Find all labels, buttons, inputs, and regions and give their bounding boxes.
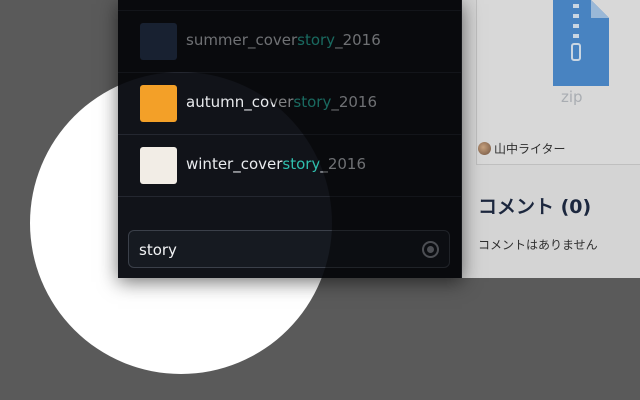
thumbnail [140, 147, 177, 184]
thumbnail [140, 23, 177, 60]
search-results-popup: summer_coverstory_2016 autumn_coverstory… [118, 0, 462, 278]
uploader-name: 山中ライター [494, 142, 566, 156]
result-item-summer[interactable]: summer_coverstory_2016 [118, 11, 461, 73]
comments-heading: コメント (0) [478, 196, 592, 218]
clear-circle-icon[interactable] [422, 241, 439, 258]
no-comments-text: コメントはありません [478, 238, 598, 252]
uploader[interactable]: 山中ライター [478, 140, 566, 157]
result-filename: summer_coverstory_2016 [186, 31, 381, 49]
file-detail-panel: zip 山中ライター コメント (0) コメントはありません [462, 0, 640, 278]
result-filename: autumn_coverstory_2016 [186, 93, 378, 111]
search-input[interactable] [139, 239, 399, 261]
avatar [478, 142, 491, 155]
result-filename: winter_coverstory_2016 [186, 155, 367, 173]
result-item-autumn[interactable]: autumn_coverstory_2016 [118, 73, 461, 135]
zip-file-icon [553, 0, 609, 86]
thumbnail [140, 85, 177, 122]
search-box [128, 230, 450, 268]
file-type-label: zip [561, 88, 583, 106]
result-item-winter[interactable]: winter_coverstory_2016 [118, 135, 461, 197]
